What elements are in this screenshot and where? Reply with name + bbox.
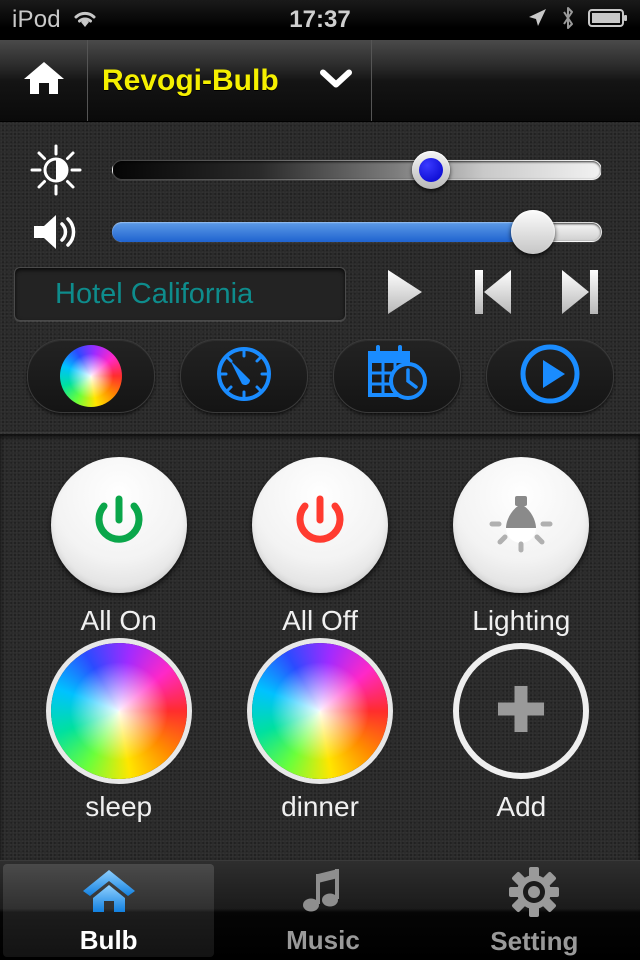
tab-label: Bulb <box>79 924 138 955</box>
media-buttons <box>346 266 640 323</box>
track-title-box[interactable]: Hotel California <box>14 267 346 321</box>
all-off-button[interactable] <box>251 457 388 593</box>
scene-lighting[interactable]: Lighting <box>421 457 622 637</box>
plus-icon <box>488 676 554 747</box>
timer-dial-icon <box>212 342 276 411</box>
sleep-button[interactable] <box>50 643 187 779</box>
lighting-button[interactable] <box>453 457 590 593</box>
scene-dinner[interactable]: dinner <box>219 643 420 823</box>
navigation-bar-spacer <box>372 40 640 121</box>
status-bar: iPod 17:37 <box>0 0 640 40</box>
status-bar-left: iPod <box>0 6 200 34</box>
brightness-slider-thumb[interactable] <box>411 151 450 189</box>
volume-icon <box>0 208 112 256</box>
timer-button[interactable] <box>179 339 308 413</box>
scene-all-on[interactable]: All On <box>18 457 219 637</box>
scene-all-off[interactable]: All Off <box>219 457 420 637</box>
battery-icon <box>588 8 628 33</box>
home-icon <box>22 58 66 103</box>
chevron-down-icon[interactable] <box>319 67 353 94</box>
scene-grid: All On All Off Lighting sleep dinner Add <box>0 435 640 823</box>
brightness-track[interactable] <box>112 160 602 180</box>
scene-label: All On <box>80 605 157 636</box>
controls-panel: Hotel California <box>0 122 640 435</box>
scene-add[interactable]: Add <box>421 643 622 823</box>
color-wheel-icon <box>59 345 122 407</box>
volume-slider[interactable] <box>112 210 602 254</box>
tab-bar: Bulb Music Setting <box>0 860 640 960</box>
brightness-row <box>0 142 640 198</box>
previous-button[interactable] <box>467 266 517 323</box>
volume-track-fill <box>112 222 534 242</box>
volume-slider-thumb[interactable] <box>511 210 556 254</box>
schedule-button[interactable] <box>332 339 461 413</box>
app-root: iPod 17:37 Revogi-Bulb Hotel California … <box>0 0 640 960</box>
home-button[interactable] <box>0 40 88 121</box>
next-button[interactable] <box>556 266 606 323</box>
brightness-slider[interactable] <box>112 151 602 189</box>
scene-label: sleep <box>85 791 153 822</box>
calendar-clock-icon <box>364 343 430 410</box>
scene-sleep[interactable]: sleep <box>18 643 219 823</box>
carrier-label: iPod <box>12 6 61 33</box>
tab-bulb[interactable]: Bulb <box>3 864 215 957</box>
track-title-label: Hotel California <box>55 277 254 310</box>
home-icon <box>81 866 137 923</box>
power-icon <box>283 486 357 565</box>
device-name-label: Revogi-Bulb <box>102 63 279 97</box>
wifi-icon <box>71 7 99 34</box>
scene-label: All Off <box>282 605 358 636</box>
quick-actions-row <box>0 334 640 418</box>
tab-label: Music <box>286 924 360 955</box>
play-button[interactable] <box>380 266 428 323</box>
status-bar-right <box>440 6 640 35</box>
volume-row <box>0 204 640 260</box>
color-wheel-button[interactable] <box>26 339 155 413</box>
location-arrow-icon <box>526 7 548 34</box>
scene-label: dinner <box>281 791 359 822</box>
scene-label: Lighting <box>472 605 571 636</box>
media-row: Hotel California <box>0 262 640 326</box>
power-icon <box>82 486 156 565</box>
dinner-button[interactable] <box>251 643 388 779</box>
navigation-bar: Revogi-Bulb <box>0 40 640 122</box>
tab-setting[interactable]: Setting <box>429 861 640 960</box>
music-note-icon <box>296 866 350 923</box>
tab-music[interactable]: Music <box>217 861 428 960</box>
scenes-panel: All On All Off Lighting sleep dinner Add <box>0 435 640 860</box>
play-mode-button[interactable] <box>485 339 614 413</box>
clock-label: 17:37 <box>289 6 351 33</box>
gear-icon <box>507 865 561 924</box>
play-circle-icon <box>517 341 583 412</box>
all-on-button[interactable] <box>50 457 187 593</box>
scene-label: Add <box>496 791 547 822</box>
brightness-icon <box>0 142 112 198</box>
add-button[interactable] <box>453 643 590 779</box>
device-selector[interactable]: Revogi-Bulb <box>88 40 372 121</box>
bluetooth-icon <box>560 6 576 35</box>
light-bulb-icon <box>482 484 560 567</box>
tab-label: Setting <box>490 925 579 956</box>
